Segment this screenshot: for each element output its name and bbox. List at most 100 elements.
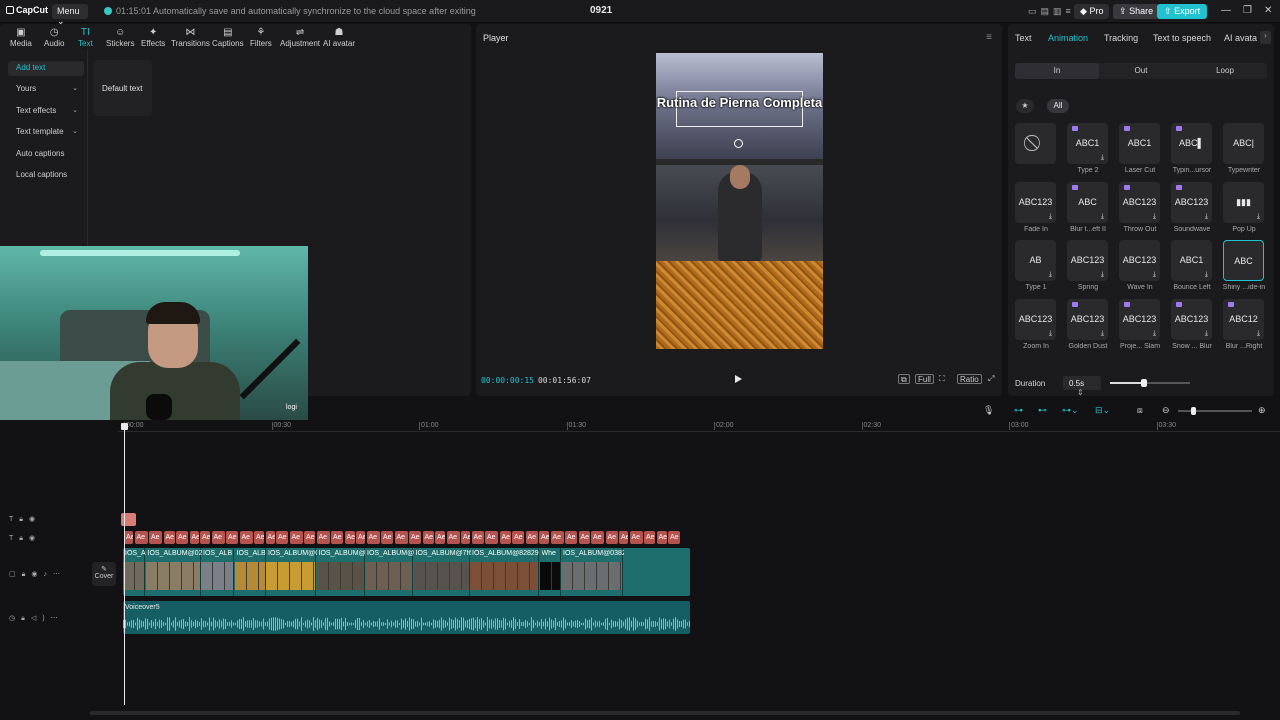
animation-thumbnail[interactable]: ABC123 ⤓ [1119,181,1160,223]
animation-thumbnail[interactable]: ABC1 ⤓ [1171,240,1212,281]
linkage-icon[interactable]: ⊶⌄ [1062,405,1079,416]
layout-icon[interactable]: ▭ [1028,6,1041,16]
sidebar-item-text-effects[interactable]: Text effects ⌄ [8,104,84,119]
tool-effects[interactable]: ✦ Effects [141,27,165,48]
panel-icon[interactable]: ▥ [1053,6,1066,16]
animation-thumbnail[interactable]: ▮▮▮ ⤓ [1223,181,1264,223]
panel-icon[interactable]: ▤ [1041,6,1054,16]
video-clip[interactable]: IOS_A [123,548,146,596]
download-icon[interactable]: ⤓ [1049,271,1052,278]
text-clip[interactable]: Ae [550,531,564,544]
download-icon[interactable]: ⤓ [1153,330,1156,337]
text-clip[interactable]: Ae [578,531,590,544]
video-clip[interactable]: IOS_ALBUM@0382 [561,548,624,596]
tool-stickers[interactable]: ☺ Stickers [106,27,134,48]
text-clip[interactable]: Ae [124,531,133,544]
text-clip[interactable]: Ae [366,531,380,544]
main-track-magnet-icon[interactable]: ⊶ [1014,405,1023,416]
eye-icon[interactable]: ◉ [31,571,43,578]
text-clip[interactable]: Ae [356,531,365,544]
text-clip[interactable]: Ae [409,531,421,544]
safe-area-icon[interactable]: ⧉ [898,374,910,384]
sidebar-item-local-captions[interactable]: Local captions [8,168,84,183]
video-clip[interactable]: IOS_ALBUM@ [365,548,414,596]
animation-thumbnail[interactable]: ABC1 ⤓ [1067,123,1108,164]
animation-thumbnail[interactable]: ABC123 ⤓ [1067,298,1108,340]
download-icon[interactable]: ⤓ [1049,330,1052,337]
duration-slider-handle[interactable] [1140,379,1147,387]
eye-icon[interactable]: ◉ [29,516,41,523]
video-clip[interactable]: IOS_ALBUM@82829 [470,548,539,596]
layout-icons[interactable]: ▭▤▥≡ [1028,6,1075,17]
download-icon[interactable]: ⤓ [1205,271,1208,278]
text-clip[interactable]: Ae [289,531,303,544]
tool-adjustment[interactable]: ⇌ Adjustment [280,27,320,48]
volume-icon[interactable]: ◁) [31,615,51,622]
timeline-ruler[interactable]: 00:00 00:30 01:00 01:30 02:00 02:30 03:00 03:30 [118,422,1280,432]
sidebar-item-yours[interactable]: Yours ⌄ [8,82,84,97]
video-clip[interactable]: IOS_ALB [201,548,234,596]
text-clip[interactable]: Ae [200,531,210,544]
caption-icon[interactable]: ⧈ [1137,405,1143,416]
text-clip[interactable]: Ae [668,531,680,544]
download-icon[interactable]: ⤓ [1205,213,1208,220]
text-clip[interactable]: Ae [656,531,667,544]
animation-thumbnail[interactable]: ABC▌ [1171,123,1212,164]
text-clip[interactable]: Ae [189,531,199,544]
microphone-icon[interactable]: 🎙︎ [983,405,994,416]
animation-thumbnail[interactable]: ABC123 ⤓ [1119,298,1160,340]
animation-thumbnail[interactable]: ABC123 ⤓ [1067,240,1108,281]
stepper-icon[interactable]: ⇕ [1077,388,1084,396]
text-clip[interactable]: Ae [471,531,484,544]
download-icon[interactable]: ⤓ [1101,154,1104,161]
text-clip[interactable]: Ae [265,531,275,544]
tabs-more-icon[interactable]: › [1260,31,1271,44]
animation-thumbnail[interactable]: ABC123 ⤓ [1015,298,1056,340]
text-clip[interactable]: Ae [422,531,434,544]
text-clip[interactable]: Ae [525,531,538,544]
cover-button[interactable]: ✎ Cover [92,562,116,586]
text-clip[interactable]: Ae [512,531,524,544]
video-clip[interactable]: IOS_ALBUM@02 [145,548,202,596]
text-clip[interactable]: Ae [331,531,343,544]
text-clip[interactable]: Ae [539,531,549,544]
text-clip[interactable]: Ae [316,531,330,544]
text-clip[interactable]: Ae [461,531,470,544]
text-clip[interactable]: Ae [446,531,460,544]
download-icon[interactable]: ⤓ [1257,330,1260,337]
text-clip[interactable]: Ae [605,531,618,544]
video-clip[interactable]: IOS_ALBUM@ [316,548,366,596]
video-clip[interactable]: IOS_ALB [234,548,266,596]
zoom-out-icon[interactable]: ⊖ [1162,405,1170,416]
text-clip[interactable]: Ae [276,531,288,544]
tool-text[interactable]: TI Text [78,27,93,48]
tool-ai-avatar[interactable]: ☗ AI avatar [323,27,355,48]
screenshot-icon[interactable]: ⛶ [937,374,947,384]
audio-clip[interactable]: Voiceover5 [123,601,690,634]
video-clip[interactable]: IOS_ALBUM@7f6 [413,548,471,596]
animation-thumbnail[interactable]: ABC| [1223,123,1264,164]
lock-icon[interactable]: 🔒︎ [19,516,29,523]
video-clip[interactable]: Whe [539,548,561,596]
text-clip[interactable]: Ae [394,531,408,544]
animation-thumbnail[interactable]: AB ⤓ [1015,240,1056,281]
segment-out[interactable]: Out [1099,63,1183,79]
text-clip[interactable]: Ae [211,531,225,544]
download-icon[interactable]: ⤓ [1101,271,1104,278]
text-clip[interactable]: Ae [644,531,655,544]
download-icon[interactable]: ⤓ [1153,213,1156,220]
tool-captions[interactable]: ▤ Captions [212,27,244,48]
tool-audio[interactable]: ◷ Audio [44,27,64,48]
close-icon[interactable]: ✕ [1264,5,1272,16]
maximize-icon[interactable]: ❐ [1243,5,1252,16]
tab-tracking[interactable]: Tracking [1104,33,1138,43]
text-clip[interactable]: Ae [304,531,315,544]
text-clip[interactable]: Ae [565,531,577,544]
full-quality-button[interactable]: Full [915,374,934,384]
timeline-scrollbar[interactable] [90,711,1240,715]
animation-thumbnail[interactable]: ABC12 ⤓ [1223,298,1264,340]
video-canvas[interactable]: Rutina de Pierna Completa [656,53,823,349]
ratio-button[interactable]: Ratio [957,374,982,384]
audio-toggle-icon[interactable]: ♪ [43,571,53,578]
text-clip[interactable]: Ae [499,531,511,544]
